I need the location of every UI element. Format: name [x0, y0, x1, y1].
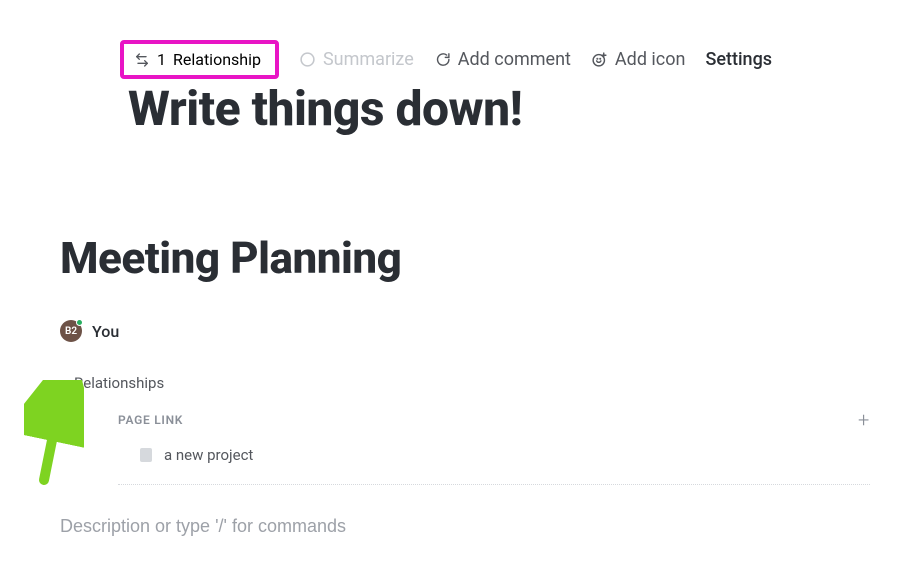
- description-input[interactable]: [60, 516, 870, 537]
- annotation-arrow-icon: [24, 380, 84, 490]
- relationships-toggle[interactable]: Relationships: [58, 374, 164, 392]
- document-heading[interactable]: Meeting Planning: [60, 232, 401, 284]
- relationships-label: Relationships: [74, 374, 164, 392]
- add-icon-label: Add icon: [615, 49, 686, 70]
- relationship-button[interactable]: 1 Relationship: [120, 40, 279, 79]
- sparkle-circle-icon: [299, 51, 316, 68]
- caret-down-icon: [58, 378, 68, 388]
- add-page-link-button[interactable]: +: [858, 408, 870, 432]
- emoji-add-icon: [591, 51, 608, 68]
- divider: [118, 484, 870, 485]
- comment-icon: [434, 51, 451, 68]
- relationship-count: 1: [157, 50, 166, 69]
- summarize-button[interactable]: Summarize: [299, 49, 414, 70]
- presence-indicator-icon: [76, 319, 83, 326]
- relationship-label: Relationship: [173, 50, 261, 69]
- settings-button[interactable]: Settings: [705, 49, 772, 70]
- page-link-item[interactable]: a new project: [140, 446, 253, 464]
- add-comment-label: Add comment: [458, 49, 571, 70]
- avatar[interactable]: B2: [60, 320, 82, 342]
- page-link-item-label: a new project: [164, 446, 253, 464]
- author-row[interactable]: B2 You: [60, 320, 119, 342]
- page-title: Write things down!: [128, 80, 522, 137]
- page-toolbar: 1 Relationship Summarize Add comment Add…: [120, 40, 772, 79]
- page-link-header: PAGE LINK +: [118, 408, 870, 432]
- page-link-label: PAGE LINK: [118, 413, 183, 427]
- add-icon-button[interactable]: Add icon: [591, 49, 686, 70]
- avatar-initials: B2: [65, 326, 77, 337]
- author-name: You: [92, 322, 119, 341]
- settings-label: Settings: [705, 49, 772, 70]
- document-icon: [140, 448, 152, 462]
- bidirectional-arrow-icon: [134, 52, 150, 68]
- summarize-label: Summarize: [323, 49, 414, 70]
- add-comment-button[interactable]: Add comment: [434, 49, 571, 70]
